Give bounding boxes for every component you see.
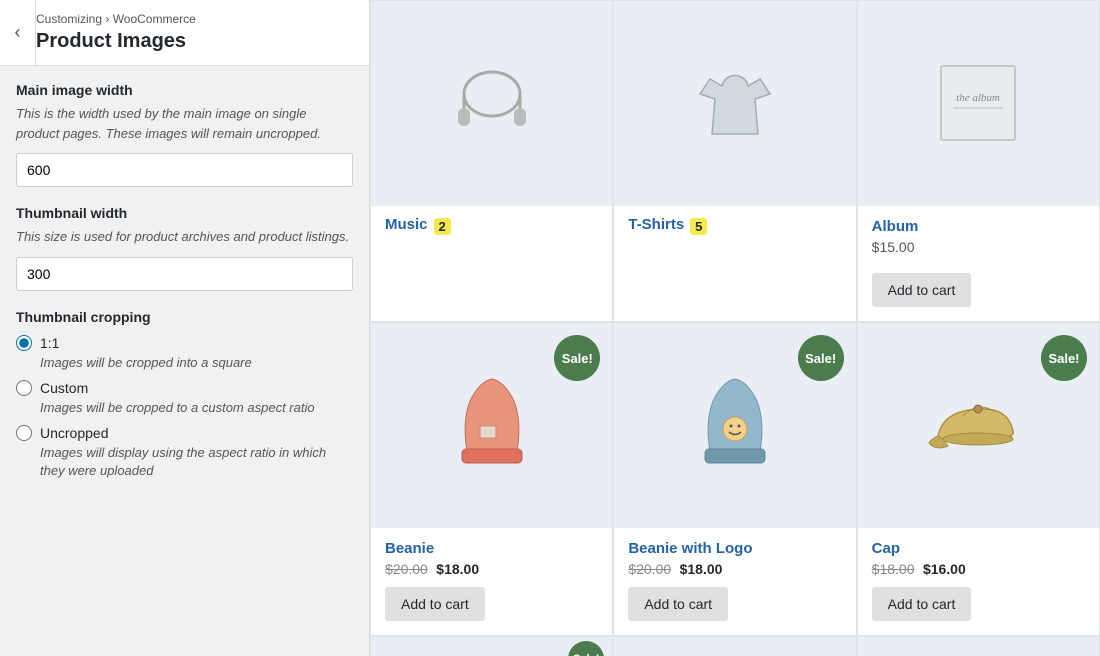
- add-to-cart-beanie[interactable]: Add to cart: [385, 587, 485, 621]
- sale-badge-beanie: Sale!: [554, 335, 600, 381]
- radio-desc-custom: Images will be cropped to a custom aspec…: [40, 399, 353, 417]
- radio-label-1-1[interactable]: 1:1: [16, 335, 353, 351]
- music-icon: [442, 64, 542, 144]
- product-name-beanie[interactable]: Beanie: [385, 540, 598, 557]
- product-name-cap[interactable]: Cap: [872, 540, 1085, 557]
- product-category-music: Music 2: [385, 216, 598, 237]
- radio-group-custom: Custom Images will be cropped to a custo…: [16, 380, 353, 417]
- radio-text-custom: Custom: [40, 380, 88, 396]
- product-card-beanie-logo: Sale! Beanie with Logo $20.00 $18.00: [613, 322, 856, 636]
- product-card-music: Music 2: [370, 0, 613, 322]
- product-card-album: the album Album $15.00 Add to cart: [857, 0, 1100, 322]
- product-info-cap: Cap $18.00 $16.00 Add to cart: [858, 528, 1099, 635]
- main-image-width-label: Main image width: [16, 82, 353, 98]
- back-button[interactable]: ‹: [0, 0, 36, 65]
- product-card-cap: Sale! Cap $18.00 $16.00 Add to cart: [857, 322, 1100, 636]
- product-info-music: Music 2: [371, 206, 612, 249]
- radio-label-custom[interactable]: Custom: [16, 380, 353, 396]
- partial-card-3: [857, 637, 1100, 656]
- category-badge-music: 2: [434, 218, 451, 235]
- radio-group-uncropped: Uncropped Images will display using the …: [16, 425, 353, 480]
- products-grid: Music 2 T-Shirts 5: [370, 0, 1100, 636]
- radio-desc-1-1: Images will be cropped into a square: [40, 354, 353, 372]
- product-info-tshirts: T-Shirts 5: [614, 206, 855, 249]
- album-icon: the album: [933, 61, 1023, 146]
- product-card-tshirts: T-Shirts 5: [613, 0, 856, 322]
- cap-icon: [923, 381, 1033, 471]
- product-image-tshirts: [614, 1, 855, 206]
- product-name-music[interactable]: Music: [385, 216, 428, 233]
- sidebar-header: ‹ Customizing › WooCommerce Product Imag…: [0, 0, 369, 66]
- radio-text-uncropped: Uncropped: [40, 425, 109, 441]
- add-to-cart-beanie-logo[interactable]: Add to cart: [628, 587, 728, 621]
- partial-card-1: Sale!: [370, 637, 613, 656]
- thumbnail-cropping-label: Thumbnail cropping: [16, 309, 353, 325]
- radio-text-1-1: 1:1: [40, 335, 59, 351]
- thumbnail-width-desc: This size is used for product archives a…: [16, 227, 353, 247]
- sale-badge-beanie-logo: Sale!: [798, 335, 844, 381]
- beanie-pink-icon: [442, 371, 542, 481]
- thumbnail-width-input[interactable]: [16, 257, 353, 291]
- breadcrumb: Customizing › WooCommerce: [36, 12, 353, 26]
- main-image-width-input[interactable]: [16, 153, 353, 187]
- product-price-beanie-logo: $20.00 $18.00: [628, 561, 841, 579]
- page-title: Product Images: [36, 30, 353, 53]
- sale-badge-cap: Sale!: [1041, 335, 1087, 381]
- product-name-album[interactable]: Album: [872, 218, 1085, 235]
- main-content: Music 2 T-Shirts 5: [370, 0, 1100, 656]
- product-price-album: $15.00: [872, 239, 1085, 255]
- tshirt-icon: [690, 64, 780, 144]
- product-info-beanie-logo: Beanie with Logo $20.00 $18.00 Add to ca…: [614, 528, 855, 635]
- beanie-blue-icon: [685, 371, 785, 481]
- radio-desc-uncropped: Images will display using the aspect rat…: [40, 444, 353, 480]
- product-info-beanie: Beanie $20.00 $18.00 Add to cart: [371, 528, 612, 635]
- product-image-album: the album: [858, 1, 1099, 206]
- product-image-music: [371, 1, 612, 206]
- product-price-beanie: $20.00 $18.00: [385, 561, 598, 579]
- radio-group-1-1: 1:1 Images will be cropped into a square: [16, 335, 353, 372]
- product-image-beanie: Sale!: [371, 323, 612, 528]
- add-to-cart-album[interactable]: Add to cart: [872, 273, 972, 307]
- radio-uncropped[interactable]: [16, 425, 32, 441]
- category-badge-tshirts: 5: [690, 218, 707, 235]
- partial-card-2: [613, 637, 856, 656]
- thumbnail-width-label: Thumbnail width: [16, 205, 353, 221]
- sidebar: ‹ Customizing › WooCommerce Product Imag…: [0, 0, 370, 656]
- product-image-cap: Sale!: [858, 323, 1099, 528]
- product-name-tshirts[interactable]: T-Shirts: [628, 216, 684, 233]
- product-category-tshirts: T-Shirts 5: [628, 216, 841, 237]
- radio-label-uncropped[interactable]: Uncropped: [16, 425, 353, 441]
- product-card-beanie: Sale! Beanie $20.00 $18.00 Add to cart: [370, 322, 613, 636]
- product-image-beanie-logo: Sale!: [614, 323, 855, 528]
- partial-row: Sale!: [370, 636, 1100, 656]
- product-name-beanie-logo[interactable]: Beanie with Logo: [628, 540, 841, 557]
- sale-badge-partial: Sale!: [568, 641, 604, 656]
- product-info-album: Album $15.00 Add to cart: [858, 206, 1099, 321]
- svg-text:the album: the album: [956, 92, 1000, 104]
- sidebar-content: Main image width This is the width used …: [0, 66, 369, 504]
- main-image-width-desc: This is the width used by the main image…: [16, 104, 353, 143]
- radio-1-1[interactable]: [16, 335, 32, 351]
- radio-custom[interactable]: [16, 380, 32, 396]
- add-to-cart-cap[interactable]: Add to cart: [872, 587, 972, 621]
- product-price-cap: $18.00 $16.00: [872, 561, 1085, 579]
